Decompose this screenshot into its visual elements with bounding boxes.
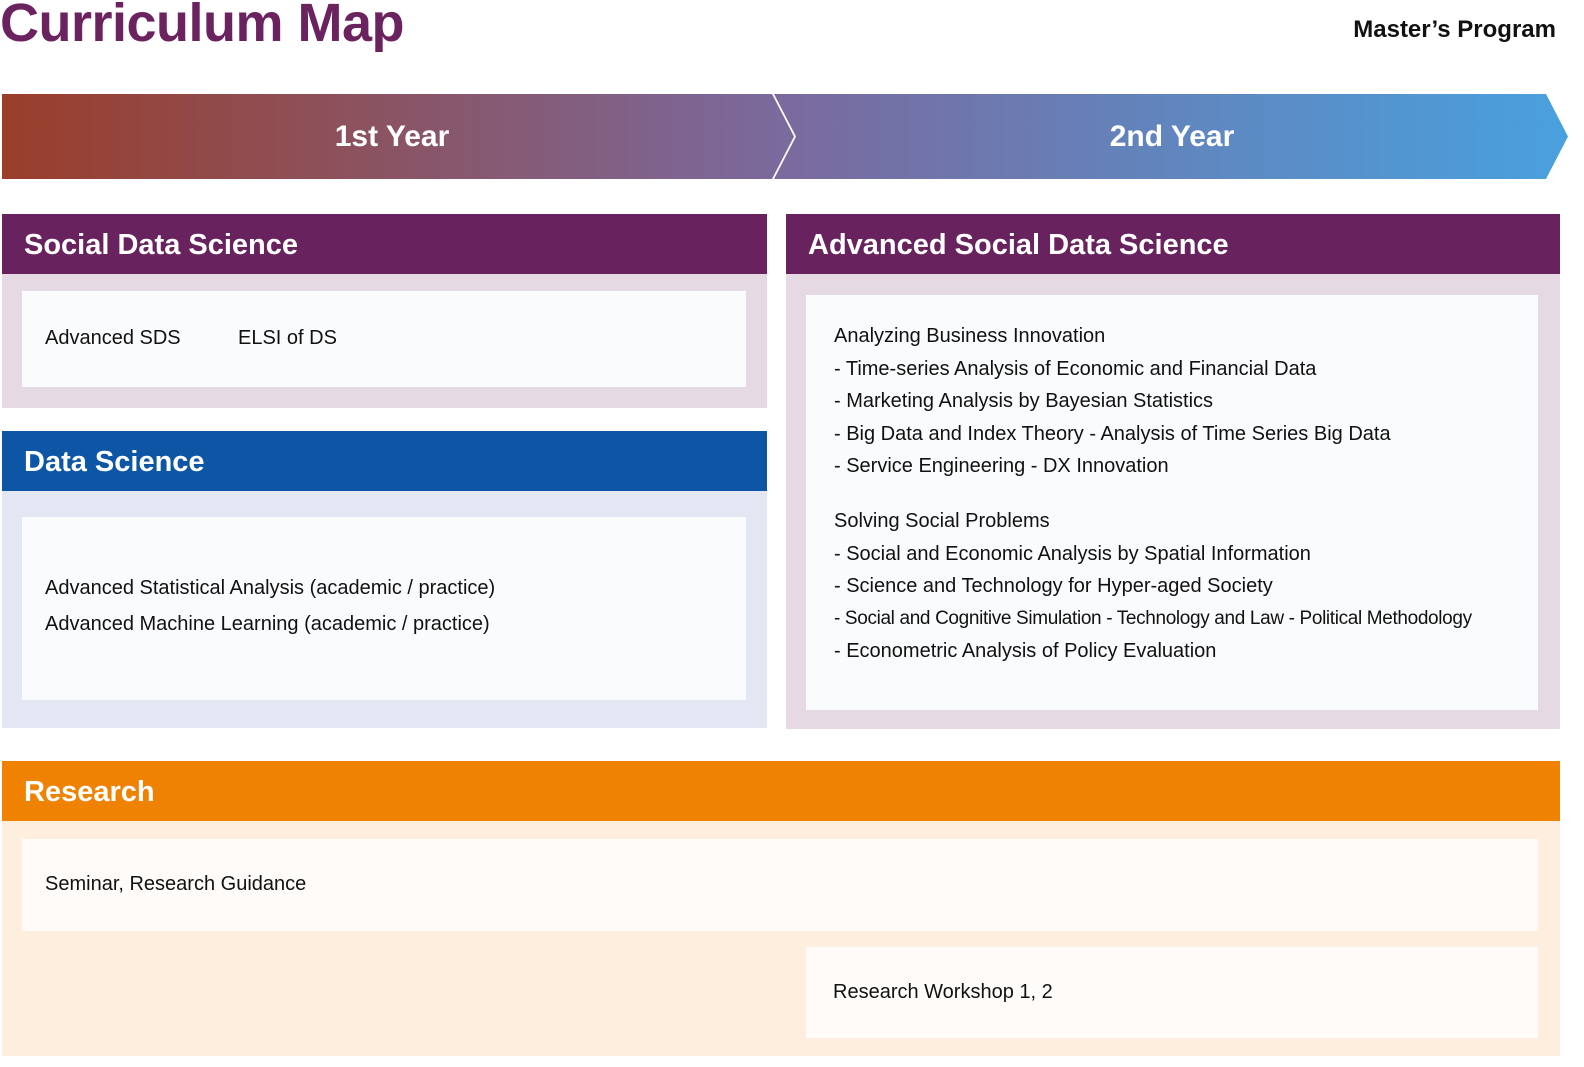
social-data-science-section: Social Data Science Advanced SDS ELSI of…	[2, 214, 767, 408]
course-card: Analyzing Business Innovation - Time-ser…	[806, 295, 1538, 710]
course-item: Advanced Machine Learning (academic / pr…	[45, 613, 490, 635]
section-heading: Advanced Social Data Science	[786, 214, 1560, 274]
section-heading: Data Science	[2, 431, 767, 491]
course-group: Solving Social Problems - Social and Eco…	[834, 505, 1538, 668]
course-card: Research Workshop 1, 2	[806, 947, 1538, 1038]
year-2-label: 2nd Year	[1109, 120, 1235, 153]
section-heading: Social Data Science	[2, 214, 767, 274]
course-item: ELSI of DS	[238, 327, 337, 349]
course-card: Advanced Statistical Analysis (academic …	[22, 517, 746, 700]
course-item: - Service Engineering - DX Innovation	[834, 455, 1169, 478]
course-item: - Science and Technology for Hyper-aged …	[834, 575, 1273, 598]
year-timeline: 1st Year 2nd Year	[2, 94, 1568, 179]
course-item: - Social and Cognitive Simulation - Tech…	[834, 607, 1472, 629]
course-item: Seminar, Research Guidance	[45, 873, 307, 895]
advanced-social-data-science-section: Advanced Social Data Science Analyzing B…	[786, 214, 1560, 729]
course-group: Analyzing Business Innovation - Time-ser…	[834, 320, 1538, 483]
course-item: - Big Data and Index Theory - Analysis o…	[834, 422, 1391, 445]
course-item: - Time-series Analysis of Economic and F…	[834, 357, 1317, 380]
course-item: - Marketing Analysis by Bayesian Statist…	[834, 390, 1214, 413]
course-item: - Social and Economic Analysis by Spatia…	[834, 542, 1311, 565]
course-group-title: Analyzing Business Innovation	[834, 325, 1106, 347]
course-item: Advanced SDS	[45, 327, 181, 349]
course-item: Advanced Statistical Analysis (academic …	[45, 577, 496, 599]
course-card: Advanced SDS ELSI of DS	[22, 291, 746, 387]
page-title: Curriculum Map	[0, 0, 405, 53]
course-item: - Econometric Analysis of Policy Evaluat…	[834, 640, 1217, 663]
course-card: Seminar, Research Guidance	[22, 839, 1538, 931]
section-heading: Research	[2, 761, 1560, 821]
course-group-title: Solving Social Problems	[834, 509, 1050, 532]
research-section: Research Seminar, Research Guidance Rese…	[2, 761, 1560, 1056]
program-label: Master’s Program	[1353, 16, 1556, 43]
course-item: Research Workshop 1, 2	[833, 981, 1053, 1003]
year-1-label: 1st Year	[334, 120, 450, 153]
data-science-section: Data Science Advanced Statistical Analys…	[2, 431, 767, 728]
